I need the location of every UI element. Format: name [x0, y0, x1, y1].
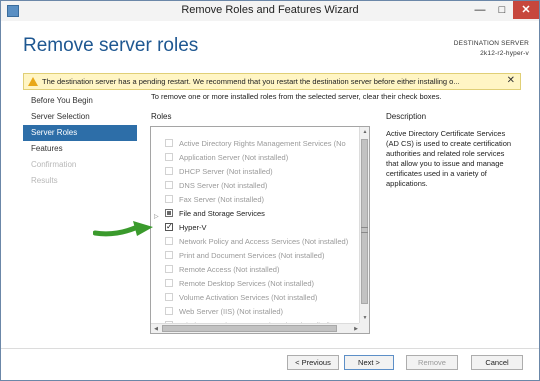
scroll-down-icon[interactable]: ▼ — [360, 313, 369, 323]
nav-item-features[interactable]: Features — [23, 141, 137, 157]
role-label: Print and Document Services (Not install… — [179, 250, 325, 260]
window-title: Remove Roles and Features Wizard — [181, 4, 359, 16]
role-remote-desktop[interactable]: Remote Desktop Services (Not installed) — [165, 276, 314, 290]
horizontal-scroll-thumb[interactable] — [162, 325, 337, 332]
role-label: Application Server (Not installed) — [179, 152, 289, 162]
role-checkbox[interactable] — [165, 279, 173, 287]
wizard-nav: Before You Begin Server Selection Server… — [23, 93, 137, 189]
nav-item-server-roles[interactable]: Server Roles — [23, 125, 137, 141]
scroll-left-icon[interactable]: ◀ — [151, 324, 161, 333]
role-remote-access[interactable]: Remote Access (Not installed) — [165, 262, 279, 276]
warning-icon — [28, 77, 38, 86]
role-label: Volume Activation Services (Not installe… — [179, 292, 318, 302]
warning-close-icon[interactable]: ✕ — [507, 75, 515, 86]
footer-divider — [1, 348, 539, 349]
close-button[interactable]: ✕ — [513, 1, 539, 19]
remove-button: Remove — [406, 355, 458, 370]
green-arrow-icon — [93, 221, 153, 237]
role-checkbox[interactable] — [165, 265, 173, 273]
role-label: Network Policy and Access Services (Not … — [179, 236, 349, 246]
role-label: Fax Server (Not installed) — [179, 194, 265, 204]
role-web-server[interactable]: Web Server (IIS) (Not installed) — [165, 304, 283, 318]
scroll-grip-icon — [361, 227, 368, 233]
horizontal-scrollbar[interactable]: ◀ ▶ — [151, 323, 361, 333]
role-file-and-storage[interactable]: File and Storage Services — [165, 206, 265, 220]
nav-item-confirmation: Confirmation — [31, 160, 77, 169]
nav-item-results: Results — [31, 176, 58, 185]
role-adrms[interactable]: Active Directory Rights Management Servi… — [165, 136, 346, 150]
role-checkbox[interactable] — [165, 251, 173, 259]
role-description: Active Directory Certificate Services (A… — [386, 129, 512, 188]
role-label: Web Server (IIS) (Not installed) — [179, 306, 284, 316]
role-dhcp-server[interactable]: DHCP Server (Not installed) — [165, 164, 273, 178]
role-checkbox[interactable] — [165, 209, 173, 217]
role-print-document[interactable]: Print and Document Services (Not install… — [165, 248, 324, 262]
next-button[interactable]: Next > — [344, 355, 394, 370]
role-label: Remote Desktop Services (Not installed) — [179, 278, 315, 288]
role-label: File and Storage Services — [179, 208, 265, 218]
instruction-text: To remove one or more installed roles fr… — [151, 92, 442, 101]
role-network-policy[interactable]: Network Policy and Access Services (Not … — [165, 234, 348, 248]
vertical-scrollbar[interactable]: ▲ ▼ — [359, 127, 369, 323]
vertical-scroll-thumb[interactable] — [361, 139, 368, 304]
role-checkbox[interactable] — [165, 307, 173, 315]
role-label: Active Directory Rights Management Servi… — [179, 138, 346, 148]
nav-item-server-selection[interactable]: Server Selection — [23, 109, 137, 125]
role-label: Hyper-V — [179, 222, 207, 232]
role-checkbox[interactable] — [165, 195, 173, 203]
maximize-button[interactable]: □ — [491, 1, 513, 19]
title-bar: Remove Roles and Features Wizard — □ ✕ — [1, 1, 539, 21]
previous-button[interactable]: < Previous — [287, 355, 339, 370]
role-dns-server[interactable]: DNS Server (Not installed) — [165, 178, 267, 192]
role-checkbox[interactable] — [165, 293, 173, 301]
role-label: DNS Server (Not installed) — [179, 180, 268, 190]
pending-restart-warning: The destination server has a pending res… — [23, 73, 521, 90]
destination-server-name: 2k12-r2-hyper-v — [480, 50, 529, 57]
role-volume-activation[interactable]: Volume Activation Services (Not installe… — [165, 290, 317, 304]
role-label: Remote Access (Not installed) — [179, 264, 280, 274]
roles-header: Roles — [151, 112, 172, 121]
role-checkbox[interactable] — [165, 237, 173, 245]
wizard-window: Remove Roles and Features Wizard — □ ✕ R… — [0, 0, 540, 381]
role-application-server[interactable]: Application Server (Not installed) — [165, 150, 288, 164]
role-checkbox[interactable] — [165, 139, 173, 147]
scroll-up-icon[interactable]: ▲ — [360, 127, 369, 137]
role-checkbox[interactable] — [165, 153, 173, 161]
page-title: Remove server roles — [23, 35, 199, 56]
role-hyper-v[interactable]: ✓ Hyper-V — [165, 220, 207, 234]
cancel-button[interactable]: Cancel — [471, 355, 523, 370]
nav-item-before-you-begin[interactable]: Before You Begin — [23, 93, 137, 109]
roles-list: Active Directory Rights Management Servi… — [150, 126, 370, 334]
destination-server: DESTINATION SERVER 2k12-r2-hyper-v — [454, 39, 529, 59]
role-fax-server[interactable]: Fax Server (Not installed) — [165, 192, 264, 206]
scrollbar-corner — [359, 323, 369, 333]
role-checkbox[interactable] — [165, 167, 173, 175]
destination-label: DESTINATION SERVER — [453, 40, 529, 47]
minimize-button[interactable]: — — [469, 1, 491, 19]
role-checkbox[interactable] — [165, 181, 173, 189]
description-header: Description — [386, 112, 427, 121]
role-label: DHCP Server (Not installed) — [179, 166, 273, 176]
warning-text: The destination server has a pending res… — [42, 77, 460, 86]
checkmark-icon[interactable]: ✓ — [165, 223, 173, 231]
